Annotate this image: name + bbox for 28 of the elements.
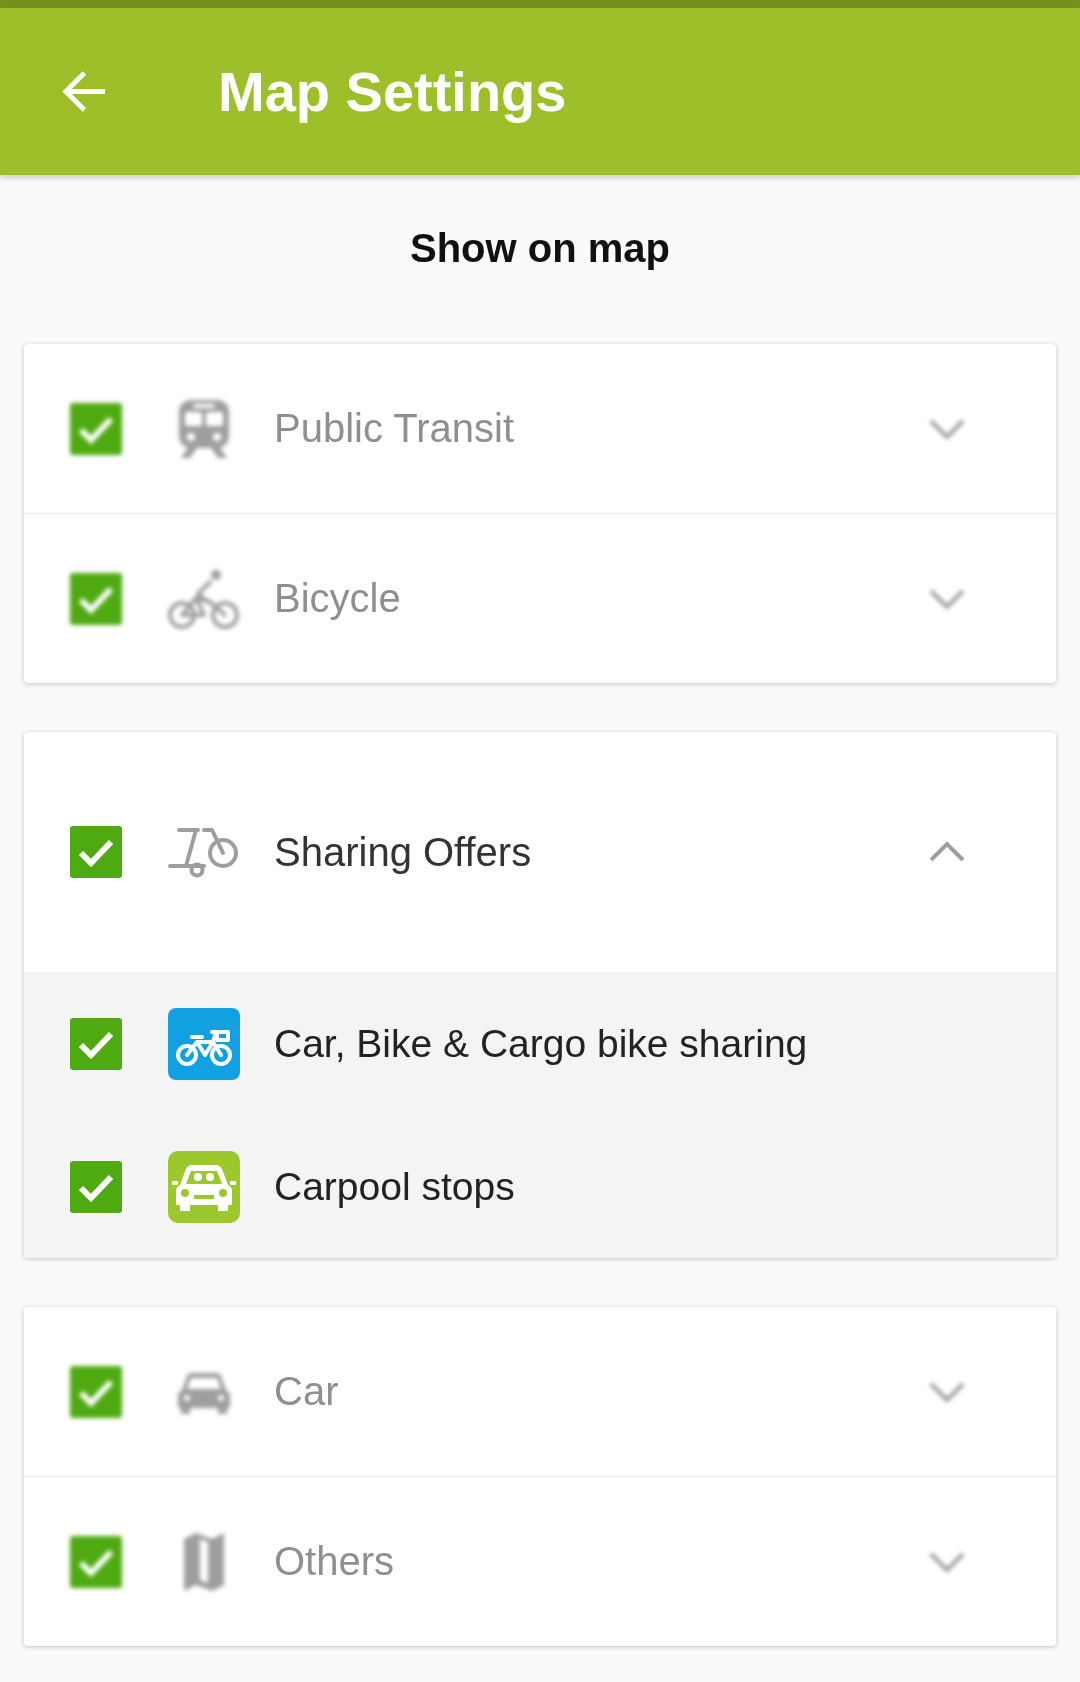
category-label: Sharing Offers xyxy=(274,829,532,875)
back-arrow-icon[interactable] xyxy=(60,68,107,115)
option-label: Carpool stops xyxy=(274,1164,515,1209)
bicycle-tile-icon xyxy=(168,1007,240,1080)
chevron-down-icon[interactable] xyxy=(928,417,966,440)
tram-icon xyxy=(179,399,229,458)
chevron-down-icon[interactable] xyxy=(928,587,966,610)
category-label: Bicycle xyxy=(274,576,401,621)
chevron-down-icon[interactable] xyxy=(928,1550,966,1573)
checkbox[interactable] xyxy=(70,1535,122,1588)
map-icon xyxy=(182,1532,226,1591)
section-heading: Show on map xyxy=(410,225,670,271)
checkbox[interactable] xyxy=(70,826,122,878)
checkbox[interactable] xyxy=(70,1160,122,1213)
option-label: Car, Bike & Cargo bike sharing xyxy=(274,1021,808,1066)
chevron-down-icon[interactable] xyxy=(928,1380,966,1403)
car-tile-icon xyxy=(168,1150,240,1223)
cyclist-icon xyxy=(168,567,240,630)
checkbox[interactable] xyxy=(70,1017,122,1070)
category-label: Others xyxy=(274,1539,395,1584)
chevron-up-icon[interactable] xyxy=(928,841,966,863)
checkbox[interactable] xyxy=(70,1365,122,1418)
category-label: Car xyxy=(274,1369,339,1414)
cargo-bike-icon xyxy=(168,826,240,878)
category-label: Public Transit xyxy=(274,406,515,451)
checkbox[interactable] xyxy=(70,572,122,625)
checkbox[interactable] xyxy=(70,402,122,455)
app-bar-title: Map Settings xyxy=(218,59,567,124)
